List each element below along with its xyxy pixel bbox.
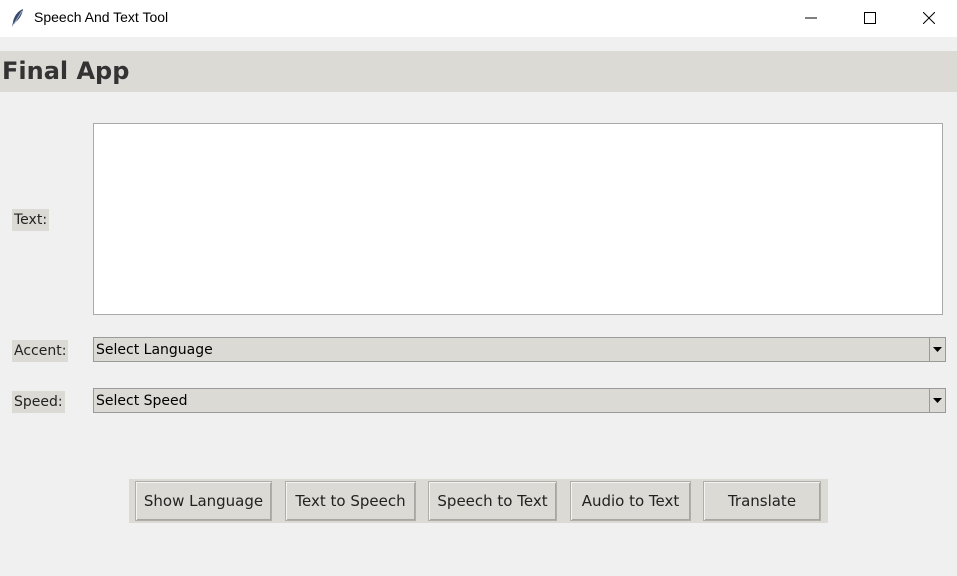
feather-icon [10,8,26,28]
accent-dropdown-arrow[interactable] [929,338,945,361]
text-to-speech-button[interactable]: Text to Speech [285,481,416,521]
maximize-icon [864,12,876,24]
chevron-down-icon [933,398,942,403]
show-language-button[interactable]: Show Language [135,481,272,521]
text-label: Text: [12,209,50,231]
window-title: Speech And Text Tool [34,9,169,25]
chevron-down-icon [933,347,942,352]
speed-dropdown-arrow[interactable] [929,389,945,412]
action-button-bar: Show Language Text to Speech Speech to T… [129,479,828,523]
minimize-button[interactable] [788,0,834,36]
speed-dropdown[interactable]: Select Speed [93,388,946,413]
minimize-icon [805,17,817,19]
title-bar[interactable]: Speech And Text Tool [0,0,957,37]
accent-dropdown[interactable]: Select Language [93,337,946,362]
text-input[interactable] [93,123,943,315]
app-header: Final App [0,51,957,92]
speech-to-text-button[interactable]: Speech to Text [428,481,557,521]
speed-selected-value: Select Speed [96,393,188,409]
translate-button[interactable]: Translate [703,481,821,521]
page-title: Final App [2,57,130,85]
speed-label: Speed: [12,391,65,413]
audio-to-text-button[interactable]: Audio to Text [570,481,691,521]
close-icon [923,12,935,24]
accent-label: Accent: [12,340,69,362]
accent-selected-value: Select Language [96,342,213,358]
maximize-button[interactable] [847,0,893,36]
close-button[interactable] [906,0,952,36]
